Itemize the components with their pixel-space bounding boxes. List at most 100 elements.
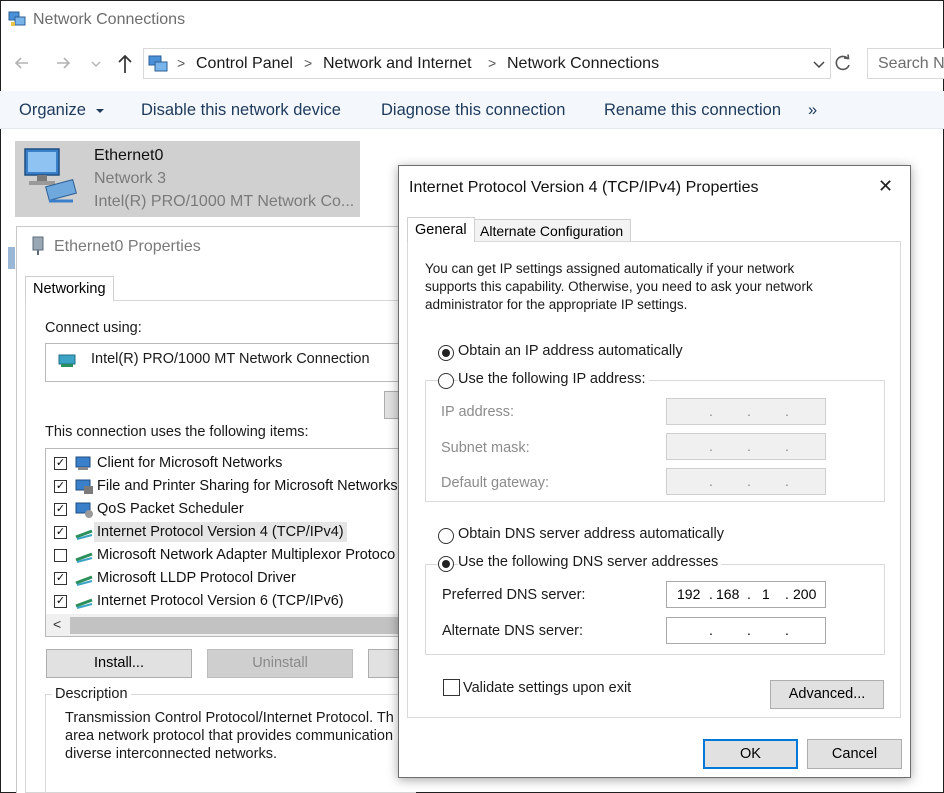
- radio-selected-dot: [442, 349, 450, 357]
- default-gateway-label: Default gateway:: [441, 475, 550, 491]
- tab-general[interactable]: General: [407, 217, 475, 242]
- list-item[interactable]: ✓ QoS Packet Scheduler: [46, 499, 415, 521]
- ethernet0-adapter-item[interactable]: Ethernet0 Network 3 Intel(R) PRO/1000 MT…: [15, 141, 360, 217]
- breadcrumb-network-and-internet[interactable]: Network and Internet: [323, 55, 472, 73]
- window-title: Network Connections: [33, 11, 186, 28]
- diagnose-connection-button[interactable]: Diagnose this connection: [381, 101, 565, 120]
- ethernet-properties-title: Ethernet0 Properties: [54, 238, 201, 255]
- close-icon[interactable]: ✕: [878, 176, 893, 197]
- list-item[interactable]: ✓ File and Printer Sharing for Microsoft…: [46, 476, 415, 498]
- adapter-combo-text: Intel(R) PRO/1000 MT Network Connection: [91, 351, 370, 367]
- breadcrumb-separator: >: [177, 55, 186, 71]
- network-adapter-icon: [57, 352, 77, 370]
- ip-octet-separator: .: [747, 586, 751, 602]
- breadcrumb-network-connections[interactable]: Network Connections: [507, 55, 659, 73]
- description-text-line: diverse interconnected networks.: [65, 746, 277, 762]
- scroll-left-arrow-icon[interactable]: <: [53, 616, 61, 632]
- obtain-ip-automatically-radio[interactable]: [438, 345, 454, 361]
- item-label: Microsoft LLDP Protocol Driver: [97, 570, 296, 586]
- ip-octet-separator: .: [747, 438, 751, 454]
- ip-octet-separator: .: [709, 622, 713, 638]
- uninstall-button[interactable]: Uninstall: [207, 649, 353, 678]
- ip-octet-separator: .: [747, 622, 751, 638]
- ethernet-properties-icon: [30, 236, 46, 256]
- ip-octet: 192: [677, 586, 701, 602]
- adapter-combo: Intel(R) PRO/1000 MT Network Connection: [45, 343, 416, 382]
- disable-device-button[interactable]: Disable this network device: [141, 101, 341, 120]
- adapter-name: Ethernet0: [94, 147, 164, 164]
- use-static-ip-radio[interactable]: [438, 373, 454, 389]
- adapter-network: Network 3: [94, 170, 167, 187]
- ip-octet: 1: [762, 586, 770, 602]
- intro-text-line: administrator for the appropriate IP set…: [425, 297, 688, 312]
- list-item[interactable]: Microsoft Network Adapter Multiplexor Pr…: [46, 545, 415, 567]
- back-arrow-icon[interactable]: [12, 53, 32, 73]
- cancel-button[interactable]: Cancel: [807, 739, 902, 769]
- more-commands-chevron-icon[interactable]: »: [808, 101, 817, 120]
- item-checkbox[interactable]: ✓: [54, 526, 67, 539]
- ip-octet-separator: .: [747, 473, 751, 489]
- obtain-ip-automatically-label[interactable]: Obtain an IP address automatically: [458, 343, 683, 359]
- forward-arrow-icon[interactable]: [53, 53, 73, 73]
- radio-selected-dot: [442, 560, 450, 568]
- use-static-dns-radio[interactable]: [438, 556, 454, 572]
- organize-menu[interactable]: Organize: [19, 101, 105, 120]
- intro-text-line: supports this capability. Otherwise, you…: [425, 279, 813, 294]
- scrollbar-thumb[interactable]: [70, 617, 416, 634]
- ip-octet-separator: .: [709, 473, 713, 489]
- control-panel-icon: [148, 55, 168, 73]
- search-box[interactable]: Search N: [867, 48, 944, 79]
- alternate-dns-field[interactable]: . . .: [666, 617, 826, 644]
- obtain-dns-automatically-label[interactable]: Obtain DNS server address automatically: [458, 526, 724, 542]
- obtain-dns-automatically-radio[interactable]: [438, 528, 454, 544]
- item-checkbox[interactable]: ✓: [54, 572, 67, 585]
- subnet-mask-field: . . .: [666, 433, 826, 460]
- protocol-icon: [74, 524, 94, 542]
- address-dropdown-chevron-icon[interactable]: [812, 58, 826, 70]
- up-arrow-icon[interactable]: [115, 53, 135, 75]
- ip-octet-separator: .: [785, 403, 789, 419]
- ip-octet: 200: [793, 586, 817, 602]
- item-checkbox[interactable]: ✓: [54, 480, 67, 493]
- tab-networking[interactable]: Networking: [25, 276, 114, 301]
- use-static-ip-label[interactable]: Use the following IP address:: [458, 371, 649, 387]
- recent-locations-chevron-icon[interactable]: [90, 57, 102, 69]
- items-label: This connection uses the following items…: [45, 424, 309, 440]
- protocol-icon: [74, 593, 94, 611]
- refresh-icon[interactable]: [833, 53, 853, 73]
- protocol-icon: [74, 547, 94, 565]
- network-client-icon: [74, 455, 94, 473]
- item-label-selected: Internet Protocol Version 4 (TCP/IPv4): [94, 522, 347, 542]
- ethernet-adapter-icon: [21, 145, 79, 207]
- address-bar[interactable]: > Control Panel > Network and Internet >…: [143, 48, 831, 79]
- command-bar: Organize Disable this network device Dia…: [0, 91, 944, 129]
- ip-octet-separator: .: [785, 473, 789, 489]
- description-label: Description: [52, 686, 131, 702]
- ok-button[interactable]: OK: [703, 739, 798, 769]
- validate-settings-checkbox[interactable]: [443, 679, 460, 696]
- item-label: File and Printer Sharing for Microsoft N…: [97, 478, 398, 494]
- advanced-button[interactable]: Advanced...: [770, 680, 884, 709]
- ipv4-dialog-title: Internet Protocol Version 4 (TCP/IPv4) P…: [409, 179, 759, 196]
- ip-octet-separator: .: [709, 438, 713, 454]
- install-button[interactable]: Install...: [46, 649, 192, 678]
- item-checkbox[interactable]: [54, 549, 67, 562]
- preferred-dns-field[interactable]: 192 . 168 . 1 . 200: [666, 581, 826, 608]
- list-item[interactable]: ✓ Internet Protocol Version 6 (TCP/IPv6): [46, 591, 415, 613]
- intro-text-line: You can get IP settings assigned automat…: [425, 261, 795, 276]
- components-list[interactable]: ✓ Client for Microsoft Networks ✓ File a…: [45, 448, 416, 637]
- item-label: Microsoft Network Adapter Multiplexor Pr…: [97, 547, 396, 563]
- subnet-mask-label: Subnet mask:: [441, 440, 530, 456]
- breadcrumb-control-panel[interactable]: Control Panel: [196, 55, 293, 73]
- list-item[interactable]: ✓ Microsoft LLDP Protocol Driver: [46, 568, 415, 590]
- use-static-dns-label[interactable]: Use the following DNS server addresses: [458, 554, 722, 570]
- tab-alternate-configuration[interactable]: Alternate Configuration: [472, 219, 632, 241]
- rename-connection-button[interactable]: Rename this connection: [604, 101, 781, 120]
- list-item[interactable]: ✓ Client for Microsoft Networks: [46, 453, 415, 475]
- item-checkbox[interactable]: ✓: [54, 457, 67, 470]
- item-checkbox[interactable]: ✓: [54, 503, 67, 516]
- breadcrumb-separator: >: [488, 55, 497, 71]
- item-checkbox[interactable]: ✓: [54, 595, 67, 608]
- list-item[interactable]: ✓ Internet Protocol Version 4 (TCP/IPv4): [46, 522, 415, 544]
- validate-settings-label[interactable]: Validate settings upon exit: [463, 680, 631, 696]
